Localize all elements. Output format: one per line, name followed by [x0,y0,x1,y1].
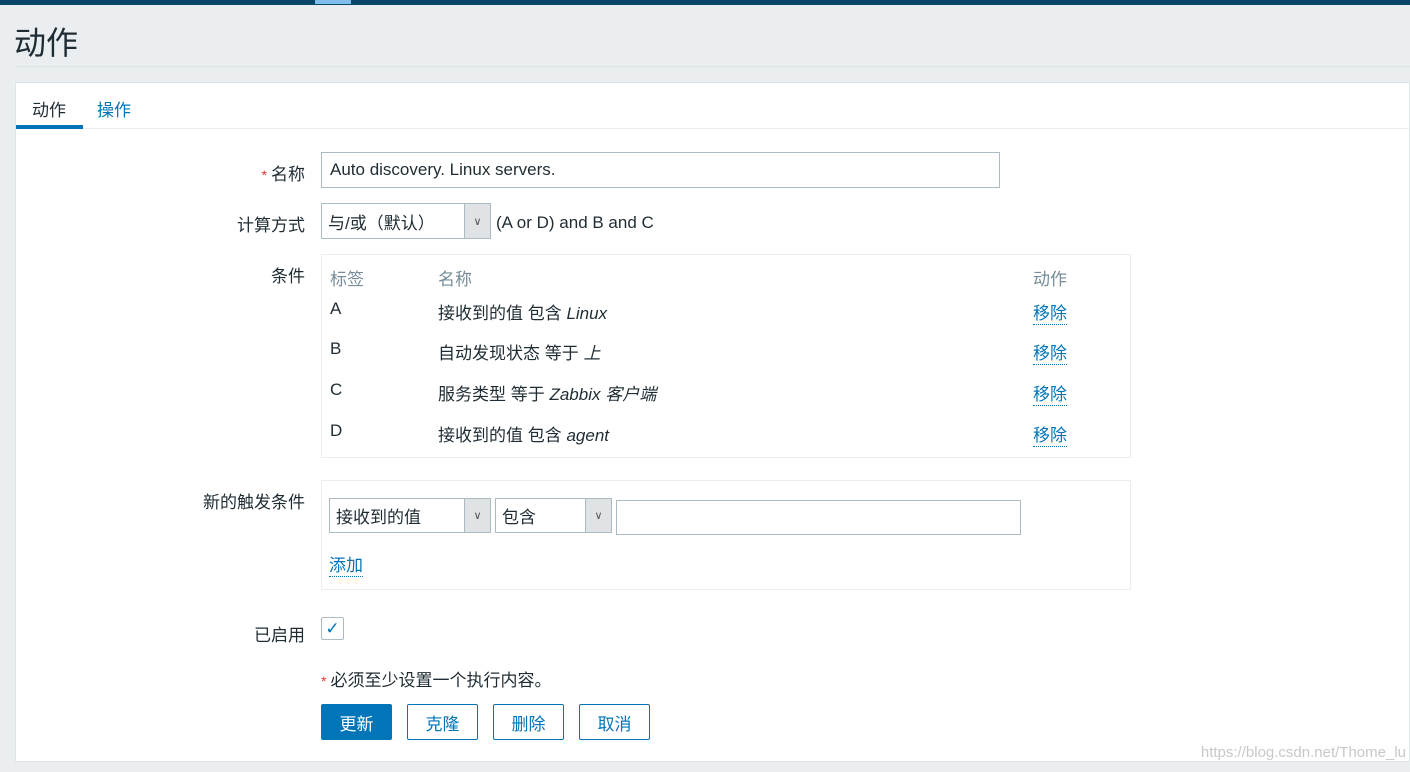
clone-button[interactable]: 克隆 [407,704,478,740]
enabled-label: 已启用 [254,626,305,645]
new-condition-label: 新的触发条件 [203,493,305,512]
action-form-panel: 动作 操作 * 名称 Auto discovery. Linux servers.… [15,82,1410,762]
condition-label: A [330,299,342,318]
chevron-down-icon: ∨ [464,204,490,238]
condition-value: Linux [566,304,608,323]
condition-value: 上 [583,344,601,363]
condition-operator-value: 包含 [502,508,536,527]
tab-bar: 动作 操作 [16,83,1409,129]
condition-name: 服务类型 等于 Zabbix 客户端 [438,380,656,405]
condition-text: 服务类型 等于 [438,385,550,404]
condition-text: 接收到的值 包含 [438,426,567,445]
active-nav-indicator [315,0,351,4]
condition-type-value: 接收到的值 [336,508,421,527]
condition-value: Zabbix 客户端 [549,385,657,404]
calc-selected-value: 与/或（默认） [328,213,435,233]
condition-text: 接收到的值 包含 [438,304,567,323]
top-nav-bar [0,0,1410,5]
name-input[interactable]: Auto discovery. Linux servers. [321,152,1000,188]
name-label-text: 名称 [271,165,305,184]
condition-label: B [330,339,342,358]
condition-name: 接收到的值 包含 agent [438,421,609,446]
enabled-checkbox[interactable]: ✓ [321,617,344,640]
conditions-label: 条件 [271,267,305,286]
condition-label: D [330,421,343,440]
remove-condition-link[interactable]: 移除 [1033,421,1067,447]
tab-action[interactable]: 动作 [32,96,66,121]
condition-name: 接收到的值 包含 Linux [438,299,607,324]
remove-condition-link[interactable]: 移除 [1033,380,1067,406]
divider [14,66,1410,67]
tab-operations[interactable]: 操作 [97,96,131,121]
chevron-down-icon: ∨ [464,499,490,532]
required-mark: * [321,673,327,689]
add-condition-link[interactable]: 添加 [329,551,363,577]
delete-button[interactable]: 删除 [493,704,564,740]
condition-text: 自动发现状态 等于 [438,344,584,363]
name-label: * 名称 [262,160,305,185]
watermark: https://blog.csdn.net/Thome_lu [1200,744,1406,761]
page-title: 动作 [14,25,79,61]
conditions-table: 标签 名称 动作 A 接收到的值 包含 Linux 移除 B 自动发现状态 等于… [321,254,1131,458]
col-header-name: 名称 [438,270,472,289]
warning-text: 必须至少设置一个执行内容。 [330,671,552,690]
calc-label: 计算方式 [237,216,305,235]
col-header-label: 标签 [330,270,364,289]
remove-condition-link[interactable]: 移除 [1033,299,1067,325]
condition-value-input[interactable] [616,500,1021,535]
remove-condition-link[interactable]: 移除 [1033,339,1067,365]
col-header-action: 动作 [1033,270,1067,289]
condition-value: agent [566,426,609,445]
condition-operator-select[interactable]: 包含 ∨ [495,498,612,533]
cancel-button[interactable]: 取消 [579,704,650,740]
calc-select[interactable]: 与/或（默认） ∨ [321,203,491,239]
condition-name: 自动发现状态 等于 上 [438,339,600,364]
update-button[interactable]: 更新 [321,704,392,740]
required-mark: * [261,167,267,183]
condition-type-select[interactable]: 接收到的值 ∨ [329,498,491,533]
required-warning: * 必须至少设置一个执行内容。 [321,666,551,691]
active-tab-indicator [16,125,83,129]
new-condition-box: 接收到的值 ∨ 包含 ∨ 添加 [321,480,1131,590]
calc-expression: (A or D) and B and C [496,213,654,232]
condition-label: C [330,380,343,399]
checkmark-icon: ✓ [325,618,340,638]
chevron-down-icon: ∨ [585,499,611,532]
